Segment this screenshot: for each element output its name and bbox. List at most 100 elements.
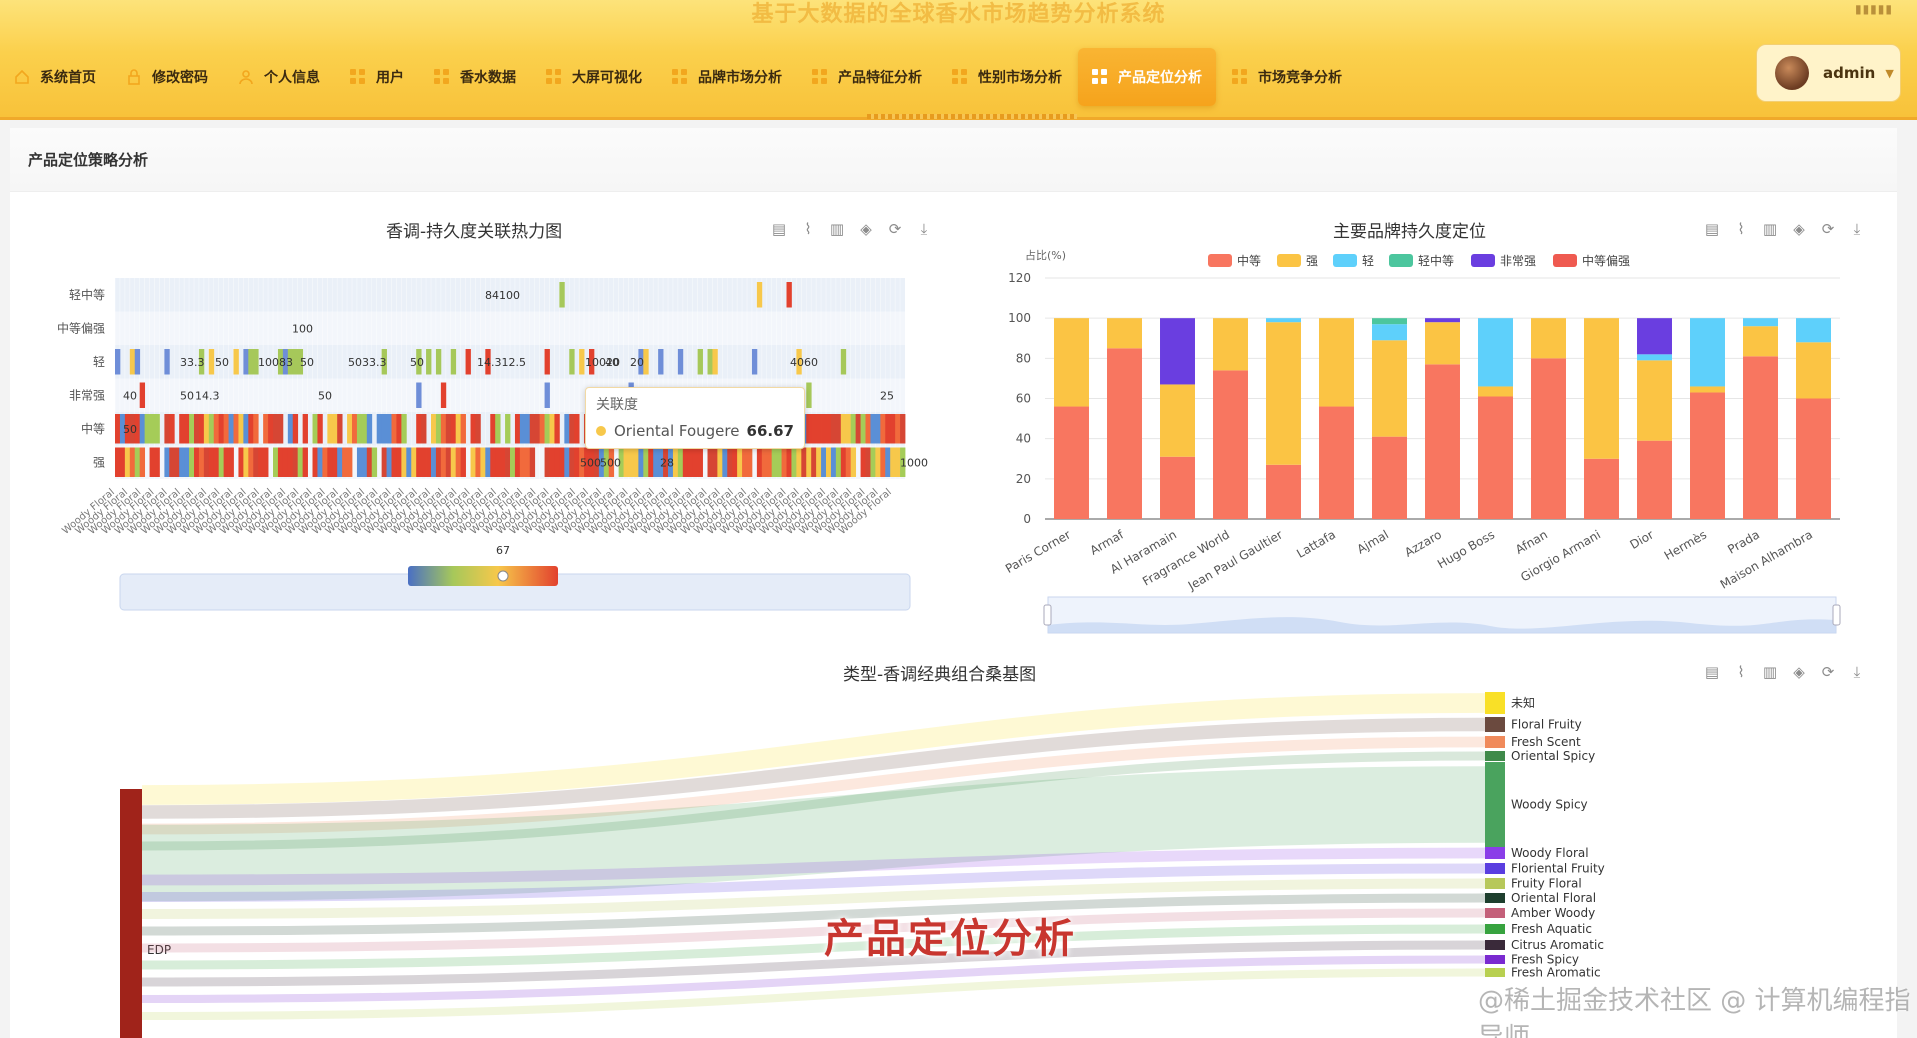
nav-label: 香水数据 [460, 70, 516, 86]
heatmap-cell [263, 447, 269, 477]
heatmap-y-label: 中等 [81, 421, 105, 436]
heatmap-cell-label: 4060 [790, 356, 818, 369]
line-icon[interactable]: ⌇ [1732, 220, 1750, 238]
heatmap-y-label: 轻 [93, 355, 105, 369]
heatmap-cell [337, 414, 343, 444]
nav-item-8[interactable]: 性别市场分析 [938, 48, 1076, 106]
nav-item-3[interactable]: 用户 [336, 48, 418, 106]
nav-item-9[interactable]: 产品定位分析 [1078, 48, 1216, 106]
heatmap-cell [292, 349, 299, 375]
heatmap-cell [737, 447, 743, 477]
heatmap-cell [885, 414, 891, 444]
heatmap-cell [865, 414, 871, 444]
sankey-target-label: Floral Fruity [1511, 718, 1582, 732]
heatmap-cell [238, 447, 244, 477]
refresh-icon[interactable]: ⟳ [886, 220, 904, 238]
data-view-icon[interactable]: ▤ [1703, 663, 1721, 681]
legend-item[interactable]: 中等 [1208, 253, 1261, 268]
bar-segment [1743, 318, 1778, 327]
nav-item-1[interactable]: 修改密码 [112, 48, 222, 106]
nav-item-4[interactable]: 香水数据 [420, 48, 530, 106]
heatmap-cell [559, 282, 565, 308]
heatmap-cell [248, 349, 254, 375]
heatmap-cell-label: 100 [292, 322, 313, 335]
heatmap-cell [253, 447, 259, 477]
data-view-icon[interactable]: ▤ [1703, 220, 1721, 238]
window-controls[interactable]: ▮▮▮▮▮ [1855, 2, 1893, 16]
download-icon[interactable]: ⤓ [915, 220, 933, 238]
bar-y-axis-label: 占比(%) [1025, 248, 1066, 262]
heatmap-cell [845, 414, 852, 444]
heatmap-cell [406, 447, 412, 477]
line-icon[interactable]: ⌇ [799, 220, 817, 238]
heatmap-cell [677, 349, 684, 375]
sankey-target-node [1485, 940, 1505, 950]
legend-swatch [1389, 254, 1413, 267]
refresh-icon[interactable]: ⟳ [1819, 663, 1837, 681]
nav-label: 大屏可视化 [572, 70, 642, 86]
user-name: admin [1823, 64, 1876, 82]
bar-segment [1478, 396, 1513, 519]
sankey-chart[interactable]: EDP未知Floral FruityFresh ScentOriental Sp… [100, 680, 1670, 1038]
stack-icon[interactable]: ◈ [1790, 663, 1808, 681]
heatmap-cell [416, 382, 422, 408]
heatmap-cell [371, 447, 378, 477]
legend-label: 中等偏强 [1582, 253, 1630, 268]
stack-icon[interactable]: ◈ [1790, 220, 1808, 238]
heatmap-cell [396, 414, 402, 444]
heatmap-cell [875, 414, 881, 444]
stack-icon[interactable]: ◈ [857, 220, 875, 238]
heatmap-cell [223, 414, 229, 444]
heatmap-cell [416, 414, 422, 444]
data-view-icon[interactable]: ▤ [770, 220, 788, 238]
legend-item[interactable]: 非常强 [1471, 254, 1536, 268]
nav-label: 市场竞争分析 [1258, 70, 1342, 86]
download-icon[interactable]: ⤓ [1848, 220, 1866, 238]
heatmap-cell [554, 447, 560, 477]
bar-segment [1266, 318, 1301, 323]
heatmap-cell [124, 447, 131, 477]
heatmap-cell [189, 414, 195, 444]
heatmap-cell [381, 447, 387, 477]
user-menu[interactable]: admin ▼ [1756, 44, 1901, 102]
heatmap-cell [524, 447, 531, 477]
heatmap-cell [816, 414, 822, 444]
heatmap-cell [366, 447, 373, 477]
nav-item-6[interactable]: 品牌市场分析 [658, 48, 796, 106]
bar-x-tick-label: Jean Paul Gaultier [1185, 527, 1285, 593]
nav-item-5[interactable]: 大屏可视化 [532, 48, 656, 106]
heatmap-cell [243, 349, 249, 375]
heatmap-cell [880, 414, 886, 444]
heatmap-cell [189, 447, 195, 477]
nav-item-2[interactable]: 个人信息 [224, 48, 334, 106]
bar-icon[interactable]: ▥ [1761, 663, 1779, 681]
nav-item-7[interactable]: 产品特征分析 [798, 48, 936, 106]
line-icon[interactable]: ⌇ [1732, 663, 1750, 681]
heatmap-cell [243, 447, 249, 477]
legend-item[interactable]: 中等偏强 [1553, 253, 1630, 268]
heatmap-cell [742, 447, 748, 477]
download-icon[interactable]: ⤓ [1848, 663, 1866, 681]
heatmap-cell [579, 349, 585, 375]
heatmap-cell [510, 447, 516, 477]
bar-icon[interactable]: ▥ [1761, 220, 1779, 238]
heatmap-cell [727, 447, 733, 477]
legend-item[interactable]: 轻中等 [1389, 253, 1454, 268]
visualmap-marker-label: 67 [496, 544, 510, 557]
heatmap-cell-label: 50 [215, 356, 229, 369]
nav-item-0[interactable]: 系统首页 [0, 48, 110, 106]
heatmap-cell [826, 414, 832, 444]
refresh-icon[interactable]: ⟳ [1819, 220, 1837, 238]
heatmap-cell [687, 447, 694, 477]
bar-x-tick-label: Lattafa [1294, 527, 1338, 560]
heatmap-cell [169, 447, 175, 477]
nav-item-10[interactable]: 市场竞争分析 [1218, 48, 1356, 106]
heatmap-cell-label: 84100 [485, 289, 520, 302]
heatmap-cell [835, 414, 842, 444]
heatmap-cell [223, 447, 229, 477]
stacked-bar-chart[interactable]: 占比(%) 0 20 40 60 80 100 120 中等 强 轻 轻中等 非常强 中等偏强 Paris … [990, 240, 1860, 635]
legend-item[interactable]: 轻 [1333, 254, 1374, 268]
bar-icon[interactable]: ▥ [828, 220, 846, 238]
heatmap-cell [519, 414, 526, 444]
legend-item[interactable]: 强 [1277, 254, 1318, 268]
